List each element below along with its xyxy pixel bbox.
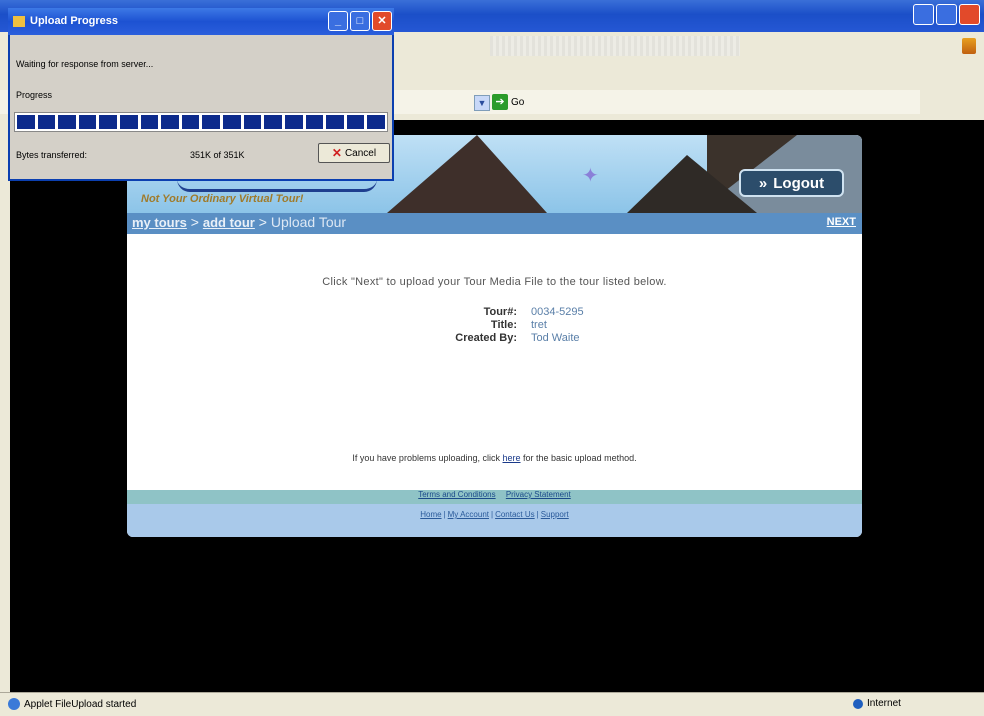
toolbar-faded-strip xyxy=(490,36,740,56)
dialog-title: Upload Progress xyxy=(30,15,119,27)
banner-house-roof xyxy=(387,135,547,213)
banner-sky-decoration: ✦ xyxy=(582,165,599,187)
progress-block xyxy=(140,115,159,129)
progress-block xyxy=(78,115,97,129)
dialog-maximize-button[interactable]: □ xyxy=(350,11,370,31)
status-text: Applet FileUpload started xyxy=(24,698,137,710)
footer-legal: Terms and Conditions Privacy Statement xyxy=(127,490,862,504)
footer-contact-link[interactable]: Contact Us xyxy=(495,510,535,519)
dialog-minimize-button[interactable]: _ xyxy=(328,11,348,31)
problem-text-post: for the basic upload method. xyxy=(520,453,637,463)
bytes-value: 351K of 351K xyxy=(190,150,245,160)
progress-block xyxy=(305,115,324,129)
breadcrumb-add-tour[interactable]: add tour xyxy=(203,215,255,230)
go-arrow-icon: ➔ xyxy=(492,94,508,110)
site-container: ✦ Not Your Ordinary Virtual Tour! » Logo… xyxy=(127,135,862,537)
progress-block xyxy=(284,115,303,129)
progress-block xyxy=(367,115,385,129)
progress-block xyxy=(99,115,118,129)
footer-nav: Home | My Account | Contact Us | Support xyxy=(127,504,862,537)
footer-separator: | xyxy=(491,510,494,519)
progress-block xyxy=(264,115,282,129)
progress-block xyxy=(243,115,262,129)
dialog-close-button[interactable]: ✕ xyxy=(372,11,392,31)
tour-creator-value: Tod Waite xyxy=(531,332,580,344)
dialog-status-text: Waiting for response from server... xyxy=(16,59,154,69)
double-chevron-icon: » xyxy=(758,174,768,192)
globe-icon xyxy=(853,698,863,709)
upload-problem-note: If you have problems uploading, click he… xyxy=(127,453,862,463)
tour-title-label: Title: xyxy=(490,319,517,331)
cancel-label: Cancel xyxy=(344,147,377,159)
progress-block xyxy=(326,115,344,129)
progress-block xyxy=(58,115,76,129)
tour-title-value: tret xyxy=(531,319,547,331)
status-left: Applet FileUpload started xyxy=(8,698,136,710)
cancel-button[interactable]: ✕ Cancel xyxy=(318,143,390,163)
progress-block xyxy=(223,115,241,129)
applet-status-icon xyxy=(8,698,20,710)
progress-block xyxy=(202,115,221,129)
progress-block xyxy=(37,115,56,129)
breadcrumb-separator: > xyxy=(254,214,271,230)
footer-separator: | xyxy=(443,510,446,519)
bytes-label: Bytes transferred: xyxy=(16,150,88,160)
upload-instruction: Click "Next" to upload your Tour Media F… xyxy=(322,276,667,288)
status-zone: Internet xyxy=(853,698,901,709)
footer-my-account-link[interactable]: My Account xyxy=(448,510,489,519)
breadcrumb-my-tours[interactable]: my tours xyxy=(132,215,187,230)
footer-home-link[interactable]: Home xyxy=(420,510,441,519)
go-label: Go xyxy=(511,96,525,108)
next-link[interactable]: NEXT xyxy=(827,216,856,228)
progress-block xyxy=(346,115,365,129)
progress-block xyxy=(120,115,138,129)
browser-close-button[interactable] xyxy=(959,4,980,25)
site-navbar: my tours > add tour > Upload Tour NEXT xyxy=(127,213,862,234)
basic-upload-link[interactable]: here xyxy=(503,453,521,463)
progress-block xyxy=(181,115,200,129)
breadcrumb-current: Upload Tour xyxy=(270,214,347,230)
browser-window-controls xyxy=(913,4,980,25)
tour-creator-label: Created By: xyxy=(455,332,517,344)
footer-separator: | xyxy=(536,510,539,519)
upload-progress-dialog: Upload Progress _ □ ✕ Waiting for respon… xyxy=(8,8,394,181)
java-cup-icon xyxy=(13,16,25,27)
footer-support-link[interactable]: Support xyxy=(541,510,569,519)
address-dropdown-button[interactable]: ▼ xyxy=(474,95,490,111)
browser-statusbar: Applet FileUpload started Internet xyxy=(0,692,984,716)
banner-house-roof-mid xyxy=(627,155,757,213)
progress-label: Progress xyxy=(16,90,53,100)
site-tagline: Not Your Ordinary Virtual Tour! xyxy=(141,193,304,205)
tour-number-label: Tour#: xyxy=(483,306,517,318)
privacy-link[interactable]: Privacy Statement xyxy=(506,490,571,499)
logout-label: Logout xyxy=(773,174,825,192)
progress-block xyxy=(17,115,35,129)
progress-bar xyxy=(14,112,388,132)
dialog-titlebar[interactable]: Upload Progress _ □ ✕ xyxy=(8,8,394,35)
zone-text: Internet xyxy=(867,698,901,709)
go-button[interactable]: ➔ Go xyxy=(492,94,524,110)
dialog-window-controls: _ □ ✕ xyxy=(328,11,392,31)
problem-text-pre: If you have problems uploading, click xyxy=(352,453,503,463)
terms-link[interactable]: Terms and Conditions xyxy=(418,490,495,499)
breadcrumb-separator: > xyxy=(186,214,203,230)
browser-maximize-button[interactable] xyxy=(936,4,957,25)
breadcrumb: my tours > add tour > Upload Tour xyxy=(132,214,346,230)
logout-button[interactable]: » Logout xyxy=(739,169,844,197)
browser-logo-icon xyxy=(962,38,976,54)
tour-number-value: 0034-5295 xyxy=(531,306,584,318)
cancel-x-icon: ✕ xyxy=(331,146,342,160)
browser-minimize-button[interactable] xyxy=(913,4,934,25)
progress-block xyxy=(161,115,179,129)
